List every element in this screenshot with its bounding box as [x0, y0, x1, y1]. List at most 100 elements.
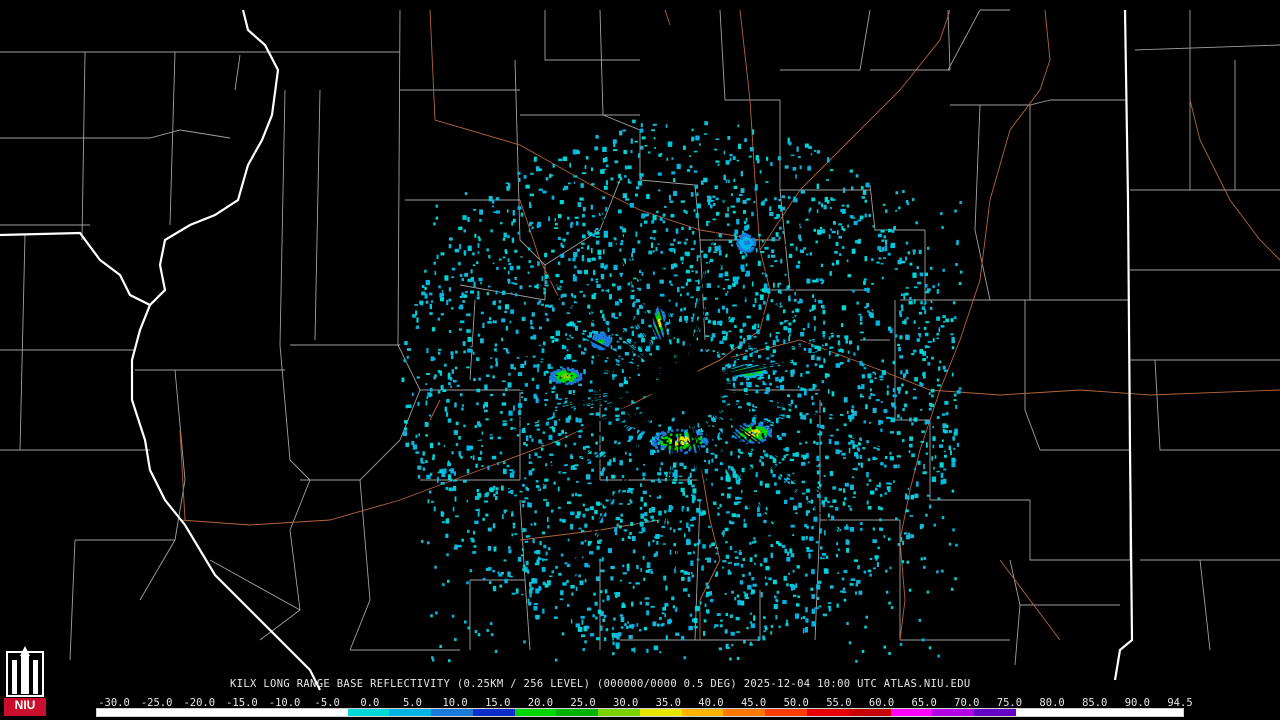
county-line: [397, 9, 421, 441]
echo-pixel: [771, 254, 776, 258]
echo-pixel: [604, 589, 608, 594]
echo-pixel: [529, 435, 532, 438]
echo-pixel: [709, 591, 713, 596]
echo-pixel: [599, 590, 603, 594]
echo-pixel: [433, 376, 436, 380]
echo-pixel: [814, 384, 817, 388]
echo-pixel: [770, 299, 774, 303]
colorbar-segment: [347, 709, 390, 716]
echo-pixel: [775, 614, 778, 620]
echo-pixel: [636, 467, 639, 471]
echo-pixel: [564, 356, 567, 360]
echo-pixel: [954, 316, 957, 320]
echo-pixel: [816, 494, 821, 496]
echo-pixel: [870, 490, 875, 495]
echo-pixel: [548, 216, 550, 222]
echo-pixel: [811, 594, 815, 599]
echo-pixel: [715, 297, 718, 300]
echo-pixel: [647, 346, 650, 349]
echo-core-pixel: [565, 382, 568, 386]
echo-pixel: [629, 624, 632, 629]
echo-pixel: [686, 278, 692, 282]
echo-pixel: [708, 202, 711, 205]
echo-pixel: [417, 465, 422, 470]
echo-pixel: [520, 363, 525, 368]
echo-pixel: [620, 579, 623, 582]
echo-pixel: [579, 270, 583, 274]
echo-pixel: [710, 204, 713, 209]
echo-pixel: [778, 282, 782, 285]
echo-pixel: [530, 523, 533, 526]
echo-pixel: [445, 486, 449, 490]
echo-pixel: [612, 652, 615, 656]
county-line: [950, 99, 1051, 106]
echo-pixel: [772, 473, 776, 478]
echo-pixel: [486, 629, 489, 632]
echo-pixel: [806, 549, 811, 553]
echo-pixel: [427, 499, 430, 504]
echo-core-pixel: [658, 432, 662, 436]
echo-pixel: [766, 315, 770, 321]
echo-pixel: [633, 301, 637, 303]
echo-pixel: [614, 532, 618, 536]
echo-pixel: [912, 349, 917, 353]
echo-pixel: [784, 370, 788, 373]
echo-pixel: [836, 335, 840, 338]
echo-pixel: [474, 233, 477, 238]
echo-pixel: [765, 582, 768, 586]
echo-pixel: [770, 544, 773, 548]
echo-pixel: [544, 252, 548, 258]
echo-pixel: [727, 465, 731, 469]
echo-pixel: [884, 246, 888, 252]
echo-pixel: [749, 542, 752, 545]
echo-pixel: [810, 587, 814, 591]
echo-pixel: [802, 628, 805, 634]
echo-pixel: [846, 622, 849, 625]
echo-pixel: [943, 468, 947, 471]
echo-core-pixel: [705, 442, 708, 446]
echo-pixel: [673, 543, 676, 547]
echo-pixel: [523, 398, 527, 402]
echo-pixel: [544, 478, 549, 482]
echo-pixel: [538, 168, 542, 171]
state-boundaries: [0, 9, 1134, 691]
echo-core-pixel: [575, 371, 578, 375]
echo-pixel: [805, 512, 809, 516]
echo-pixel: [439, 370, 442, 376]
echo-pixel: [745, 263, 748, 267]
echo-pixel: [545, 392, 548, 395]
echo-pixel: [630, 295, 635, 300]
echo-pixel: [840, 413, 844, 416]
echo-pixel: [713, 320, 717, 326]
echo-pixel: [662, 213, 666, 217]
echo-core-pixel: [601, 337, 605, 340]
echo-pixel: [458, 436, 461, 440]
echo-pixel: [824, 343, 828, 346]
echo-pixel: [622, 572, 627, 575]
echo-pixel: [733, 185, 738, 189]
echo-pixel: [897, 543, 901, 546]
echo-pixel: [737, 124, 739, 128]
echo-pixel: [569, 162, 571, 168]
echo-pixel: [729, 154, 733, 157]
echo-pixel: [869, 558, 873, 560]
echo-pixel: [480, 338, 484, 344]
echo-pixel: [514, 276, 517, 280]
echo-pixel: [831, 230, 836, 234]
echo-pixel: [805, 371, 810, 374]
echo-pixel: [464, 272, 469, 277]
echo-pixel: [736, 514, 741, 518]
echo-pixel: [669, 527, 672, 531]
echo-pixel: [533, 603, 538, 606]
echo-pixel: [728, 240, 733, 244]
echo-pixel: [905, 334, 910, 340]
colorbar-segment: [97, 709, 139, 716]
echo-pixel: [461, 407, 464, 411]
echo-pixel: [793, 298, 797, 302]
echo-pixel: [542, 531, 545, 535]
echo-pixel: [782, 230, 784, 235]
echo-pixel: [715, 552, 719, 555]
echo-pixel: [913, 388, 916, 391]
echo-pixel: [749, 612, 752, 615]
echo-pixel: [858, 590, 863, 595]
